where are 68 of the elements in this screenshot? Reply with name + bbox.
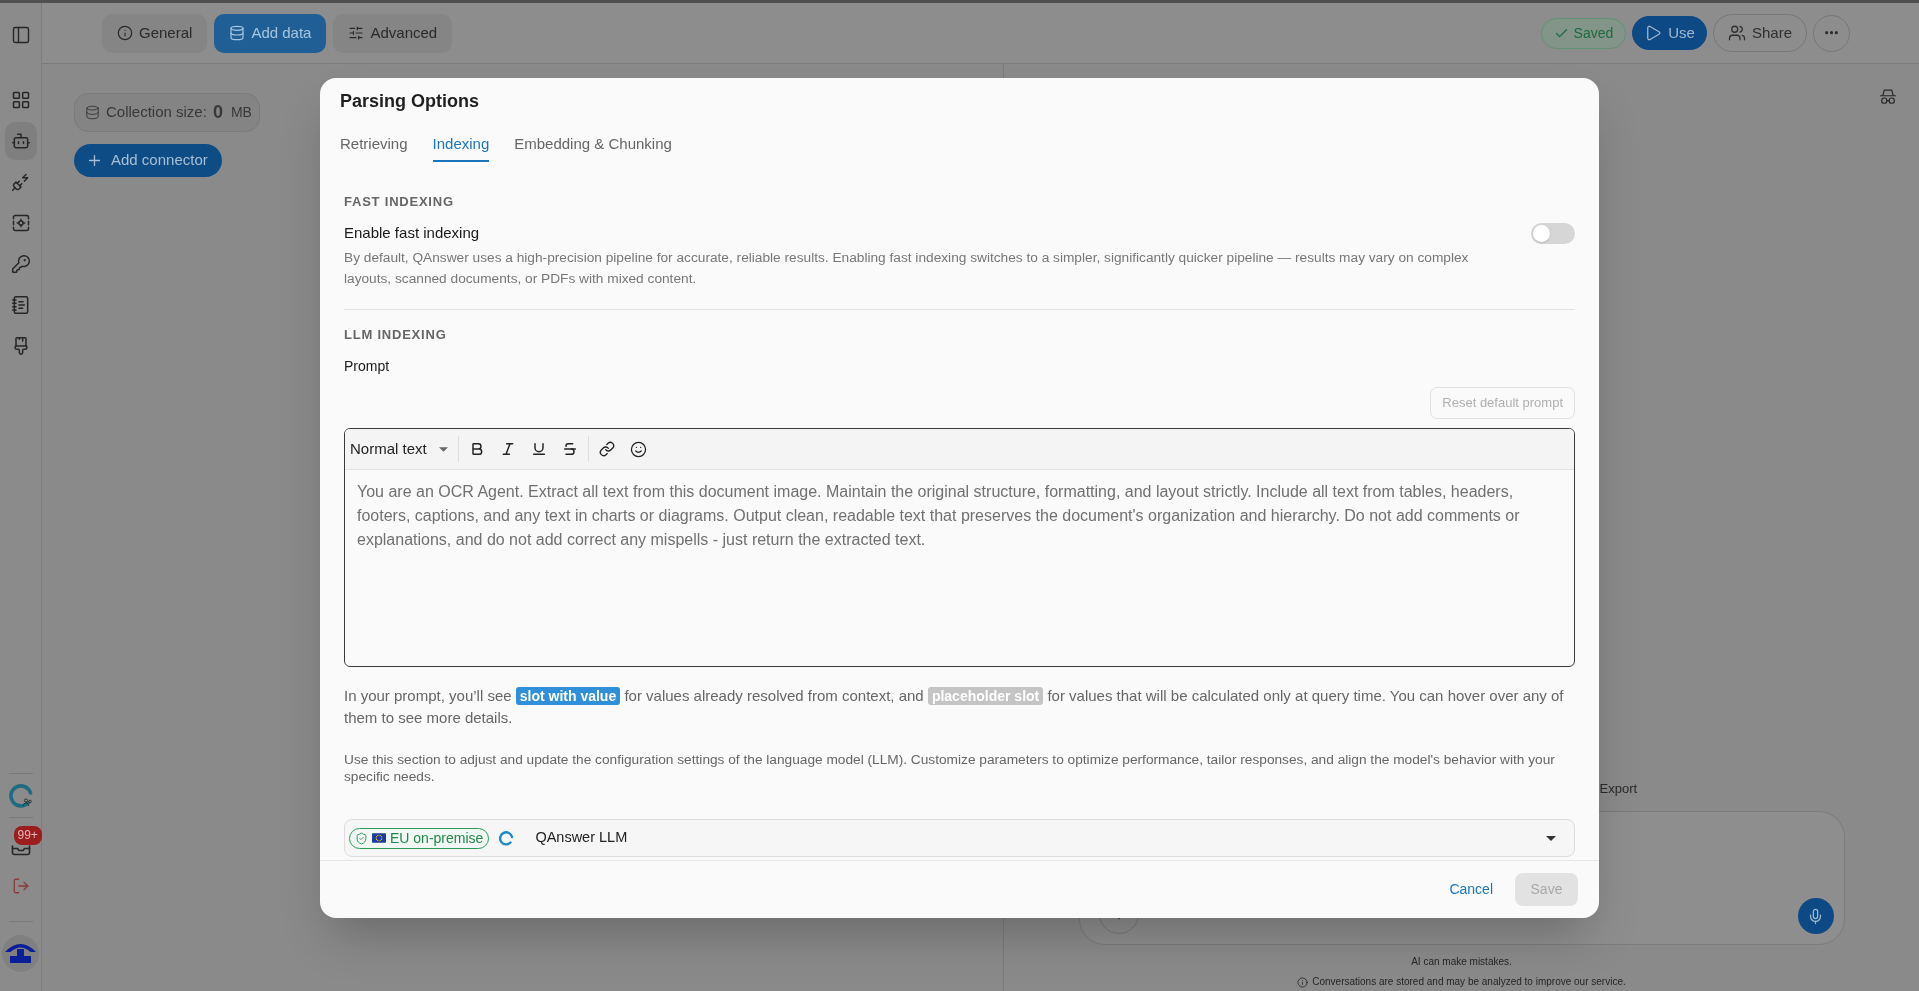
model-name: QAnswer LLM	[535, 828, 628, 848]
privacy-note-text: Conversations are stored and may be analyzed to improve our service.	[1312, 976, 1626, 988]
slot-info-text: In your prompt, you’ll see slot with value for values already resolved from context, and placeholder slot for values that will be calculated only at query time. You can hover over any of them to see more details.	[344, 686, 1565, 728]
saved-status-text: Saved	[1573, 23, 1614, 43]
dialog-title: Parsing Options	[340, 90, 481, 113]
model-select[interactable]: EU on-premise QAnswer LLM	[344, 819, 1575, 857]
info-icon	[1297, 976, 1309, 988]
top-tab[interactable]: Add data	[214, 13, 327, 53]
users-icon	[1727, 24, 1746, 42]
microphone-button[interactable]	[1797, 898, 1834, 934]
tray-icon	[10, 845, 31, 856]
ring-icon	[498, 830, 515, 846]
dialog-tab[interactable]: Indexing	[432, 128, 490, 162]
disclaimer-text: AI can make mistakes.	[1411, 956, 1512, 968]
export-text: Export	[1599, 781, 1638, 797]
plug-icon	[10, 172, 31, 192]
sidebar-nav-button[interactable]	[4, 122, 37, 160]
team-button[interactable]	[7, 783, 34, 809]
section-heading: FAST INDEXING	[344, 193, 455, 211]
caret-icon	[438, 446, 448, 452]
info-icon	[117, 25, 133, 41]
robot-icon	[10, 131, 31, 151]
inbox-button[interactable]	[10, 845, 31, 856]
placeholder-slot-chip: placeholder slot	[927, 687, 1044, 705]
cancel-button[interactable]: Cancel	[1449, 879, 1493, 900]
caret-icon	[1546, 835, 1556, 841]
play-icon	[1644, 24, 1663, 42]
top-tab[interactable]: Advanced	[333, 13, 453, 53]
collection-size-unit: MB	[230, 103, 252, 122]
shield-check-icon	[355, 831, 368, 845]
dialog-tab[interactable]: Embedding & Chunking	[514, 128, 672, 162]
sliders-icon	[348, 25, 365, 41]
ellipsis-icon	[1825, 31, 1838, 35]
microphone-icon	[1807, 907, 1824, 925]
strikethrough-icon	[561, 441, 578, 457]
setting-description: By default, QAnswer uses a high-precision pipeline for accurate, reliable results. Enabling fast indexing switches to a simpler, significantly quicker pipeline — results may vary on complex layouts, scanned documents, or PDFs with mixed content.	[344, 249, 1470, 288]
slot-value-chip: slot with value	[515, 687, 621, 705]
grid-icon	[10, 90, 31, 110]
link-icon	[598, 441, 615, 457]
dialog-tab[interactable]: Retrieving	[340, 128, 408, 162]
panel-toggle-icon	[10, 25, 31, 45]
hosting-label: EU on-premise	[390, 830, 484, 846]
setting-label: Enable fast indexing	[344, 224, 481, 242]
database-icon	[229, 25, 246, 41]
add-connector-button[interactable]: Add connector	[74, 144, 222, 177]
fast-indexing-toggle[interactable]	[1531, 223, 1575, 244]
screen-gear-icon	[10, 213, 31, 233]
eu-flag-icon	[372, 833, 386, 843]
llm-config-note: Use this section to adjust and update the configuration settings of the language model (LLM). Customize parameters to optimize performance, tailor responses, and align the model's behavior with your specific needs.	[344, 751, 1556, 785]
underline-icon	[530, 441, 547, 457]
notebook-icon	[10, 295, 31, 315]
collection-size-label: Collection size:	[106, 102, 207, 123]
database-icon	[85, 105, 100, 120]
collection-size-value: 0	[212, 101, 223, 124]
notification-badge: 99+	[13, 826, 42, 845]
section-heading: LLM INDEXING	[344, 326, 448, 344]
profile-button[interactable]	[2, 935, 39, 972]
text-style-dropdown[interactable]: Normal text	[345, 434, 453, 464]
prompt-label: Prompt	[344, 358, 390, 374]
use-button[interactable]: Use	[1632, 16, 1707, 50]
top-tab[interactable]: General	[102, 13, 208, 53]
smile-icon	[630, 440, 648, 458]
key-icon	[10, 254, 31, 274]
incognito-icon	[1879, 88, 1897, 105]
logout-icon	[11, 877, 30, 895]
plus-icon	[86, 152, 103, 169]
prompt-text-area[interactable]: You are an OCR Agent. Extract all text from this document image. Maintain the original structure, formatting, and layout strictly. Include all text from tables, headers, footers, captions, and any text in charts or diagrams. Output clean, readable text that preserves the document's organization and hierarchy. Do not add comments or explanations, and do not add correct any mispells - just return the extracted text.	[345, 470, 1574, 666]
ring-logo-icon	[7, 783, 34, 809]
